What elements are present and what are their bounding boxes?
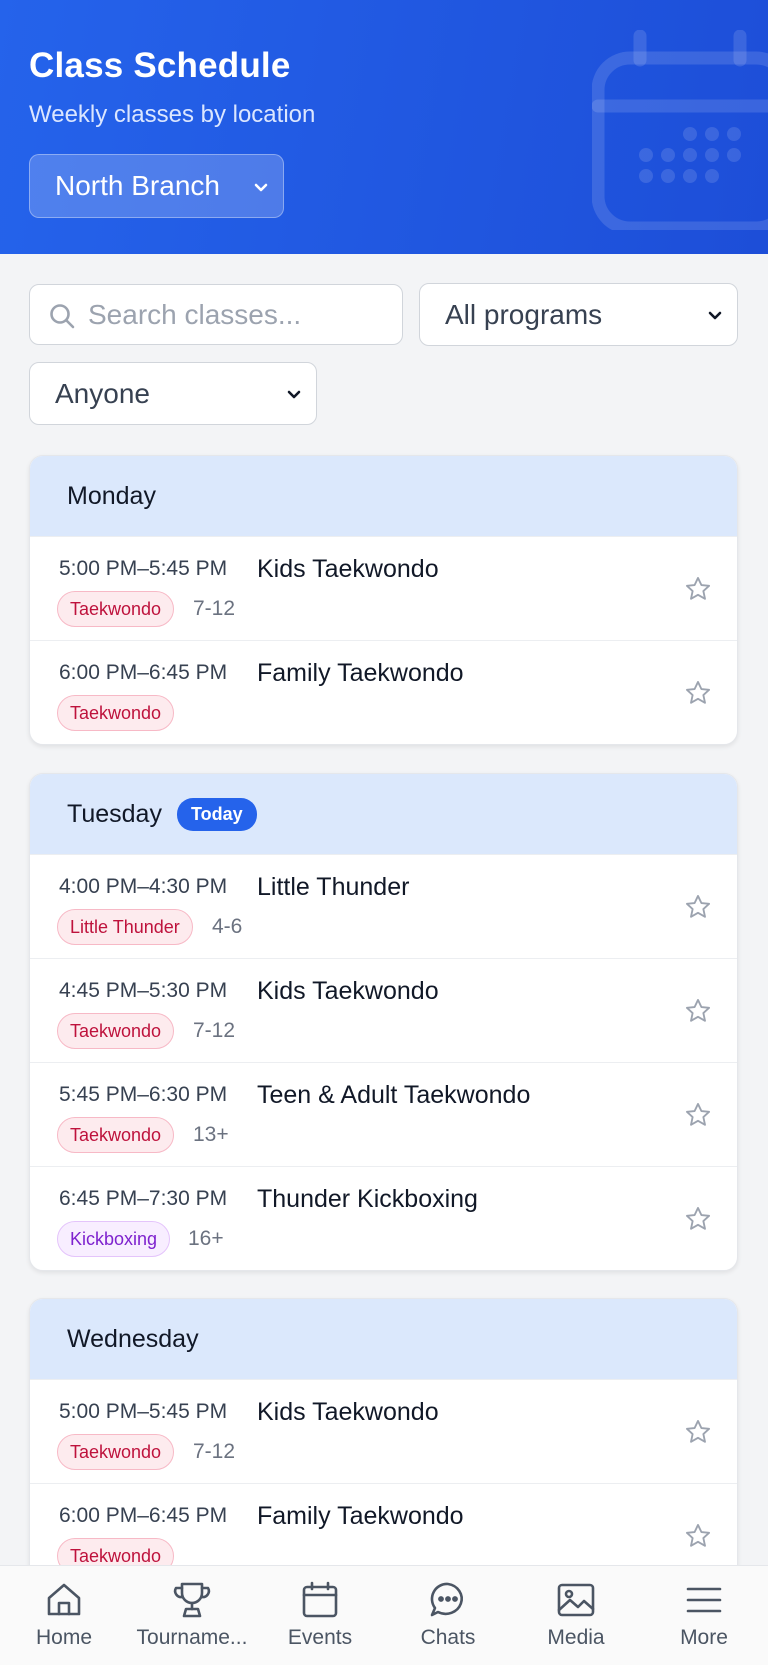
star-icon[interactable] [684, 1101, 712, 1129]
chat-icon [430, 1582, 463, 1617]
nav-item-tournaments[interactable]: Tourname... [128, 1566, 256, 1665]
class-row[interactable]: 4:00 PM–4:30 PM Little Thunder Little Th… [30, 854, 737, 958]
nav-label: Tourname... [136, 1626, 248, 1649]
star-icon[interactable] [684, 575, 712, 603]
program-select[interactable]: All programs [419, 283, 738, 346]
day-name: Tuesday [67, 799, 162, 828]
chevron-down-icon [708, 311, 722, 320]
chevron-down-icon [287, 390, 301, 399]
star-icon[interactable] [684, 997, 712, 1025]
class-time: 4:45 PM–5:30 PM [59, 979, 228, 1002]
program-tag: Taekwondo [57, 1434, 175, 1470]
star-icon[interactable] [684, 893, 712, 921]
class-name: Kids Taekwondo [257, 555, 439, 583]
page-subtitle: Weekly classes by location [29, 101, 316, 128]
class-name: Kids Taekwondo [257, 977, 439, 1005]
class-name: Kids Taekwondo [257, 1398, 439, 1426]
search-icon [50, 304, 75, 329]
nav-item-more[interactable]: More [640, 1566, 768, 1665]
class-name: Thunder Kickboxing [257, 1185, 478, 1213]
nav-item-events[interactable]: Events [256, 1566, 384, 1665]
class-time: 5:00 PM–5:45 PM [59, 1400, 228, 1423]
nav-label: Chats [420, 1626, 476, 1649]
program-tag: Taekwondo [57, 1013, 175, 1049]
star-icon[interactable] [684, 1522, 712, 1550]
age-range: 7-12 [193, 1440, 236, 1463]
class-time: 4:00 PM–4:30 PM [59, 875, 228, 898]
class-row[interactable]: 5:00 PM–5:45 PM Kids Taekwondo Taekwondo… [30, 1379, 737, 1483]
class-name: Teen & Adult Taekwondo [257, 1081, 531, 1109]
nav-label: More [680, 1626, 728, 1649]
class-time: 6:00 PM–6:45 PM [59, 661, 228, 684]
chevron-down-icon [254, 183, 268, 192]
age-range: 13+ [193, 1123, 229, 1146]
day-header: Tuesday Today [30, 774, 737, 854]
age-range: 16+ [188, 1227, 224, 1250]
star-icon[interactable] [684, 1418, 712, 1446]
nav-label: Media [547, 1626, 605, 1649]
day-header: Monday [30, 456, 737, 536]
program-tag: Little Thunder [57, 909, 193, 945]
class-time: 5:00 PM–5:45 PM [59, 557, 228, 580]
age-range: 4-6 [212, 915, 243, 938]
day-card-tuesday: Tuesday Today 4:00 PM–4:30 PM Little Thu… [29, 773, 738, 1271]
day-card-wednesday: Wednesday 5:00 PM–5:45 PM Kids Taekwondo… [29, 1298, 738, 1588]
class-name: Little Thunder [257, 873, 410, 901]
class-time: 5:45 PM–6:30 PM [59, 1083, 228, 1106]
star-icon[interactable] [684, 1205, 712, 1233]
class-name: Family Taekwondo [257, 659, 464, 687]
program-tag: Taekwondo [57, 1117, 175, 1153]
class-name: Family Taekwondo [257, 1502, 464, 1530]
age-range: 7-12 [193, 597, 236, 620]
class-row[interactable]: 5:45 PM–6:30 PM Teen & Adult Taekwondo T… [30, 1062, 737, 1166]
branch-select-value: North Branch [55, 170, 220, 201]
nav-item-chats[interactable]: Chats [384, 1566, 512, 1665]
class-time: 6:00 PM–6:45 PM [59, 1504, 228, 1527]
class-row[interactable]: 4:45 PM–5:30 PM Kids Taekwondo Taekwondo… [30, 958, 737, 1062]
class-time: 6:45 PM–7:30 PM [59, 1187, 228, 1210]
program-tag: Taekwondo [57, 591, 175, 627]
nav-item-home[interactable]: Home [0, 1566, 128, 1665]
search-field[interactable] [29, 284, 403, 345]
audience-select[interactable]: Anyone [29, 362, 317, 425]
image-icon [557, 1583, 595, 1617]
bottom-nav: Home Tourname... Events Chats Media More [0, 1565, 768, 1665]
day-header: Wednesday [30, 1299, 737, 1379]
branch-select[interactable]: North Branch [29, 154, 284, 218]
class-row[interactable]: 6:00 PM–6:45 PM Family Taekwondo Taekwon… [30, 640, 737, 744]
page-title: Class Schedule [29, 46, 291, 85]
nav-label: Home [35, 1626, 93, 1649]
day-card-monday: Monday 5:00 PM–5:45 PM Kids Taekwondo Ta… [29, 455, 738, 745]
today-badge: Today [176, 797, 257, 831]
calendar-decoration-icon [592, 30, 768, 230]
age-range: 7-12 [193, 1019, 236, 1042]
menu-icon [686, 1587, 722, 1613]
page-header: Class Schedule Weekly classes by locatio… [0, 0, 768, 254]
day-name: Monday [67, 481, 156, 510]
nav-item-media[interactable]: Media [512, 1566, 640, 1665]
class-row[interactable]: 5:00 PM–5:45 PM Kids Taekwondo Taekwondo… [30, 536, 737, 640]
day-name: Wednesday [67, 1324, 199, 1353]
calendar-icon [302, 1581, 338, 1618]
audience-select-value: Anyone [55, 377, 150, 409]
program-tag: Taekwondo [57, 695, 175, 731]
trophy-icon [173, 1582, 211, 1618]
program-select-value: All programs [445, 298, 603, 330]
class-row[interactable]: 6:45 PM–7:30 PM Thunder Kickboxing Kickb… [30, 1166, 737, 1270]
search-input[interactable] [88, 295, 388, 335]
nav-label: Events [287, 1626, 353, 1649]
program-tag: Kickboxing [57, 1221, 171, 1257]
star-icon[interactable] [684, 679, 712, 707]
home-icon [47, 1583, 81, 1616]
